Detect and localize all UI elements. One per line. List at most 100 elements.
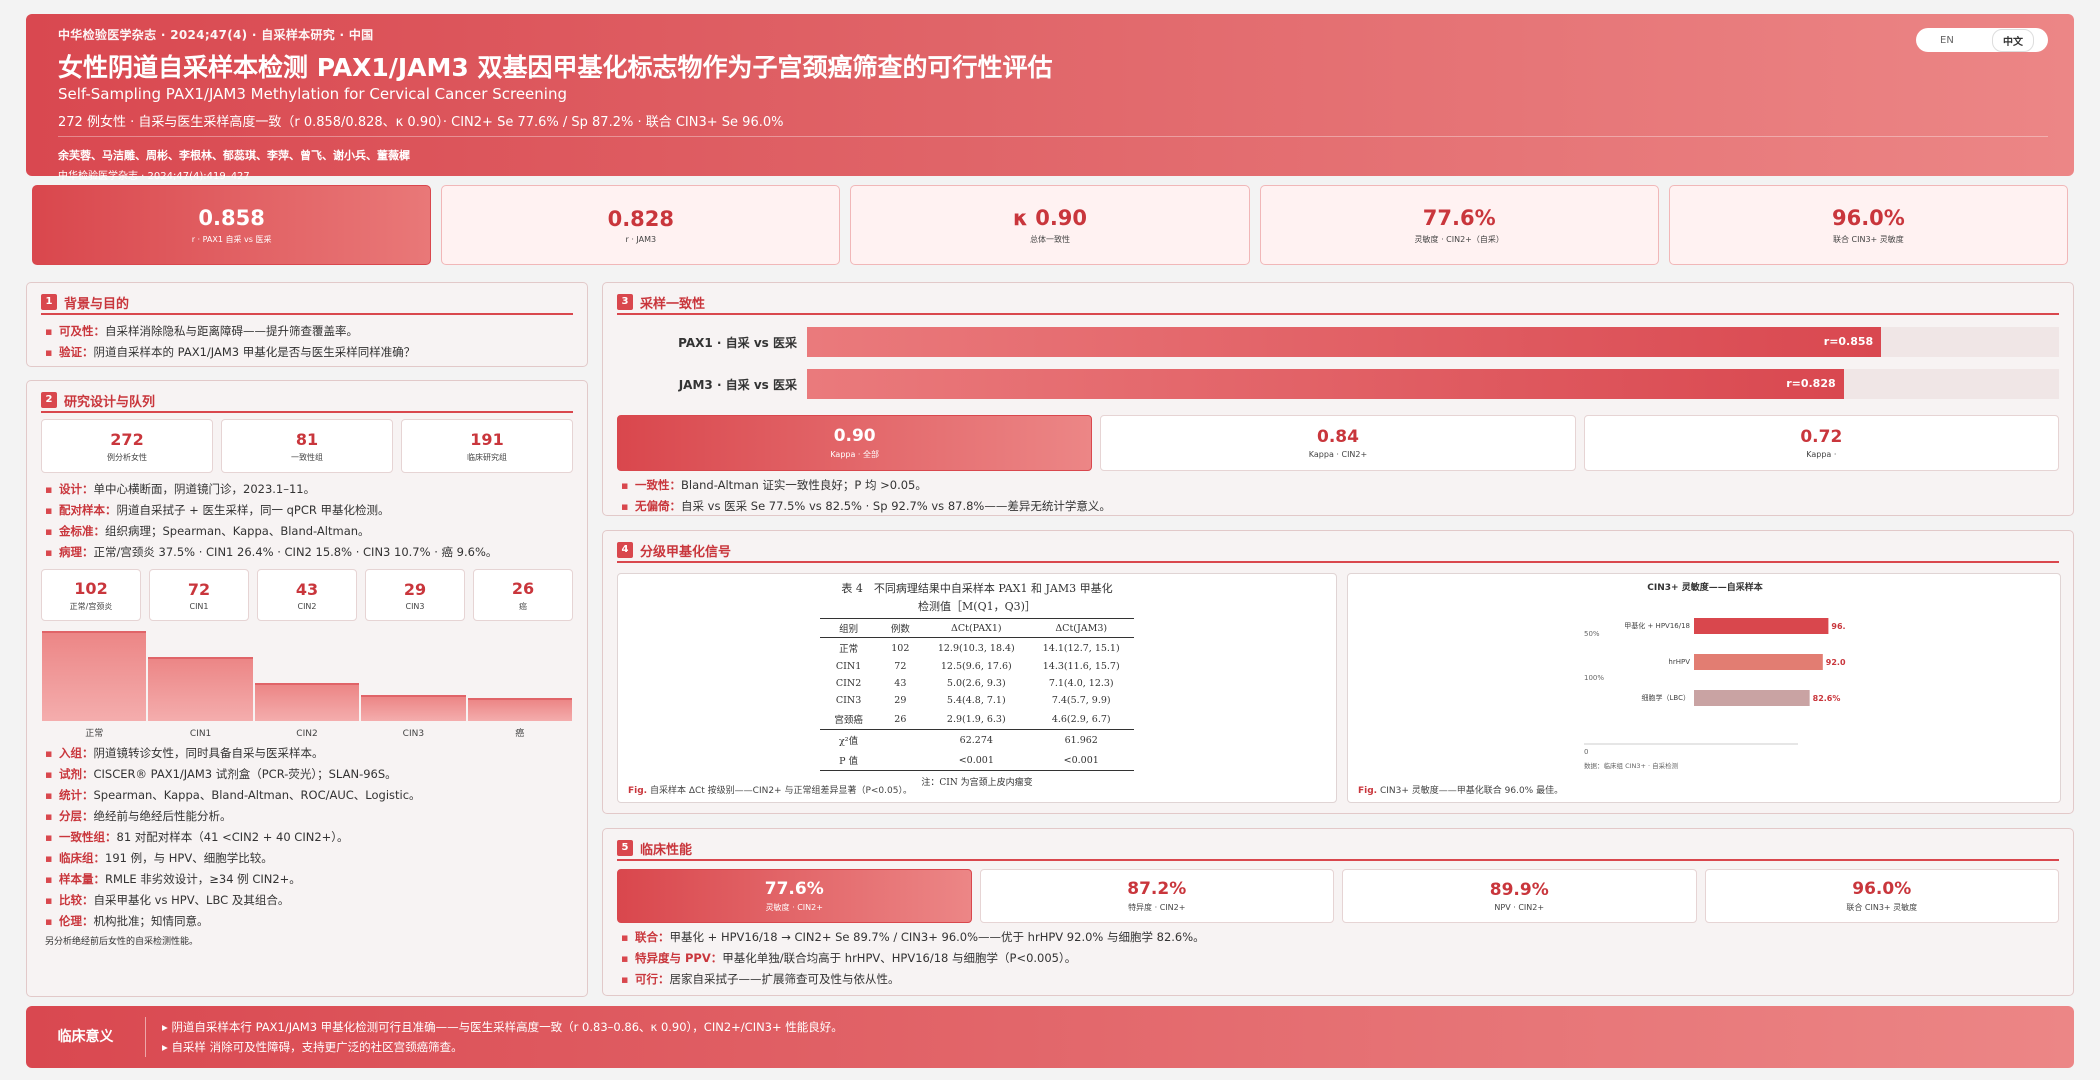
correlation-bar: r=0.828 <box>807 369 1844 399</box>
kpi-label: r · PAX1 自采 vs 医采 <box>191 234 272 244</box>
stat-value: 72 <box>187 579 211 599</box>
chart-legend: 数据：临床组 CIN3+ · 自采检测 <box>1584 761 1679 770</box>
bullet-text: 阴道自采样本的 PAX1/JAM3 甲基化是否与医生采样同样准确？ <box>93 345 416 359</box>
metric-label: 特异度 · CIN2+ <box>1128 903 1186 912</box>
section-title: 分级甲基化信号 <box>640 544 732 560</box>
data-table: 组别 例数 ΔCt(PAX1) ΔCt(JAM3) 正常 102 12.9(10.3… <box>820 618 1134 771</box>
list-item: 设计：单中心横断面，阴道镜门诊，2023.1–11。 <box>45 479 569 500</box>
bar-label: 正常 <box>85 729 104 739</box>
bullet-text: 阴道镜转诊女性，同时具备自采与医采样本。 <box>93 746 324 760</box>
figure-caption-key: Fig. <box>628 786 648 796</box>
stat-value: 102 <box>74 578 108 598</box>
figure-table: 表 4 不同病理结果中自采样本 PAX1 和 JAM3 甲基化 检测值［M(Q1… <box>617 573 1337 803</box>
table-row: CIN3 29 5.4(4.8, 7.1) 7.4(5.7, 9.9) <box>820 692 1133 709</box>
stat-value: 81 <box>295 429 319 449</box>
bullet-text: 自采甲基化 vs HPV、LBC 及其组合。 <box>93 893 290 907</box>
kappa-box: 0.84 Kappa · CIN2+ <box>1100 415 1576 471</box>
table-cell <box>876 729 924 750</box>
kappa-box: 0.72 Kappa · <box>1583 415 2059 471</box>
table-cell: 26 <box>894 713 907 725</box>
bullet-key: 无偏倚： <box>635 499 681 513</box>
bullet-list: 设计：单中心横断面，阴道镜门诊，2023.1–11。 配对样本：阴道自采拭子 +… <box>45 479 569 563</box>
journal-line: 中华检验医学杂志 · 2024;47(4) · 自采样本研究 · 中国 <box>58 28 374 42</box>
kappa-label: Kappa · <box>1806 450 1837 459</box>
figure-caption-text: CIN3+ 灵敏度——甲基化联合 96.0% 最佳。 <box>1377 786 1564 796</box>
bullet-key: 试剂： <box>59 767 94 781</box>
list-item: 可及性：自采样消除隐私与距离障碍——提升筛查覆盖率。 <box>45 321 569 342</box>
stat-value: 43 <box>295 579 319 599</box>
bullet-list: 可及性：自采样消除隐私与距离障碍——提升筛查覆盖率。 验证：阴道自采样本的 PA… <box>45 321 569 363</box>
correlation-bar: r=0.858 <box>807 327 1882 357</box>
bar-category-label: 甲基化 + HPV16/18 <box>1624 621 1690 630</box>
list-item: 金标准：组织病理；Spearman、Kappa、Bland-Altman。 <box>45 521 569 542</box>
tick-label: 50% <box>1584 630 1600 638</box>
cohort-stats: 272 例分析女性 81 一致性组 191 临床研究组 <box>41 419 573 473</box>
list-item: 临床组：191 例，与 HPV、细胞学比较。 <box>45 848 569 869</box>
table-cell: 正常 <box>839 644 859 655</box>
table-cell: 7.1(4.0, 12.3) <box>1048 678 1114 689</box>
panel-title: 5 临床性能 <box>617 837 2059 861</box>
stat-box: 43 CIN2 <box>257 569 357 621</box>
lang-en-button[interactable]: EN <box>1930 32 1964 49</box>
kappa-label: Kappa · 全部 <box>830 450 880 459</box>
list-item: 可行：居家自采拭子——扩展筛查可及性与依从性。 <box>621 969 2055 990</box>
section-title: 背景与目的 <box>64 296 130 312</box>
column-header: ΔCt(JAM3) <box>1028 618 1134 638</box>
list-item: 伦理：机构批准；知情同意。 <box>45 911 569 932</box>
pathology-stats: 102 正常/宫颈炎 72 CIN1 43 CIN2 29 CIN3 26 癌 <box>41 569 573 621</box>
table-row: P 值 <0.001 <0.001 <box>820 750 1134 771</box>
table-cell: χ²值 <box>820 729 877 750</box>
bullet-text: 机构批准；知情同意。 <box>93 914 209 928</box>
stat-box: 29 CIN3 <box>365 569 465 621</box>
bullet-key: 样本量： <box>59 872 105 886</box>
section-number: 3 <box>617 294 633 310</box>
bullet-key: 配对样本： <box>59 503 117 517</box>
section-title: 临床性能 <box>640 842 693 858</box>
stat-box: 72 CIN1 <box>149 569 249 621</box>
page-title: 女性阴道自采样本检测 PAX1/JAM3 双基因甲基化标志物作为子宫颈癌筛查的可… <box>58 53 1053 82</box>
panel-methylation-signal: 4 分级甲基化信号 表 4 不同病理结果中自采样本 PAX1 和 JAM3 甲基化… <box>602 530 2074 814</box>
list-item: 无偏倚：自采 vs 医采 Se 77.5% vs 82.5% · Sp 92.7… <box>621 496 2055 517</box>
sensitivity-chart-svg: CIN3+ 灵敏度——自采样本 50% 100% 0 甲基化 + HPV16/18 96.… <box>1584 581 1846 770</box>
table-cell: 宫颈癌 <box>834 715 863 726</box>
metric-value: 77.6% <box>764 879 824 899</box>
table-cell: 102 <box>891 642 910 654</box>
kpi-value: 0.828 <box>607 206 675 231</box>
list-item: 病理：正常/宫颈炎 37.5% · CIN1 26.4% · CIN2 15.8… <box>45 542 569 563</box>
kpi-card: 96.0% 联合 CIN3+ 灵敏度 <box>1668 185 2069 265</box>
kpi-card: 77.6% 灵敏度 · CIN2+（自采） <box>1259 185 1659 265</box>
bullet-text: 单中心横断面，阴道镜门诊，2023.1–11。 <box>93 482 316 496</box>
list-item: 试剂：CISCER® PAX1/JAM3 试剂盒（PCR-荧光）；SLAN-96… <box>45 764 569 785</box>
tick-label: 100% <box>1584 674 1604 682</box>
bullet-text: 191 例，与 HPV、细胞学比较。 <box>105 851 273 865</box>
panel-clinical-performance: 5 临床性能 77.6% 灵敏度 · CIN2+ 87.2% 特异度 · CIN2+ … <box>602 828 2074 996</box>
bullet-text: Spearman、Kappa、Bland-Altman、ROC/AUC、Logi… <box>93 788 421 802</box>
footer-item: 自采样 消除可及性障碍，支持更广泛的社区宫颈癌筛查。 <box>162 1037 843 1057</box>
bullet-text: 81 对配对样本（41 <CIN2 + 40 CIN2+）。 <box>116 830 349 844</box>
table-cell: 62.274 <box>923 729 1029 750</box>
correlation-row-jam3: JAM3 · 自采 vs 医采 r=0.828 <box>617 369 2059 399</box>
sensitivity-bar <box>1694 690 1810 706</box>
table-cell: 12.5(9.6, 17.6) <box>940 661 1012 672</box>
bar-正常 <box>42 631 147 721</box>
language-toggle[interactable]: EN 中文 <box>1916 28 2048 52</box>
stat-label: CIN3 <box>405 601 425 611</box>
table-cell: 29 <box>894 695 907 706</box>
stat-label: CIN1 <box>189 601 209 611</box>
table-cell: CIN1 <box>835 661 862 672</box>
kpi-value: 77.6% <box>1422 205 1496 230</box>
section-number: 1 <box>41 294 57 310</box>
list-item: 样本量：RMLE 非劣效设计，≥34 例 CIN2+。 <box>45 869 569 890</box>
lang-zh-button[interactable]: 中文 <box>1991 28 2034 52</box>
table-cell: 14.3(11.6, 15.7) <box>1042 661 1120 672</box>
metric-value: 89.9% <box>1489 880 1549 900</box>
bullet-text: 甲基化 + HPV16/18 → CIN2+ Se 89.7% / CIN3+ … <box>669 930 1205 944</box>
correlation-label: PAX1 · 自采 vs 医采 <box>678 335 797 350</box>
bar-CIN3 <box>361 695 466 721</box>
bullet-key: 伦理： <box>59 914 94 928</box>
table-row: CIN2 43 5.0(2.6, 9.3) 7.1(4.0, 12.3) <box>820 675 1133 692</box>
metric-label: 联合 CIN3+ 灵敏度 <box>1846 903 1918 912</box>
bullet-text: CISCER® PAX1/JAM3 试剂盒（PCR-荧光）；SLAN-96S。 <box>93 767 397 781</box>
figure-caption-key: Fig. <box>1358 786 1378 796</box>
table-row: CIN1 72 12.5(9.6, 17.6) 14.3(11.6, 15.7) <box>820 658 1133 675</box>
